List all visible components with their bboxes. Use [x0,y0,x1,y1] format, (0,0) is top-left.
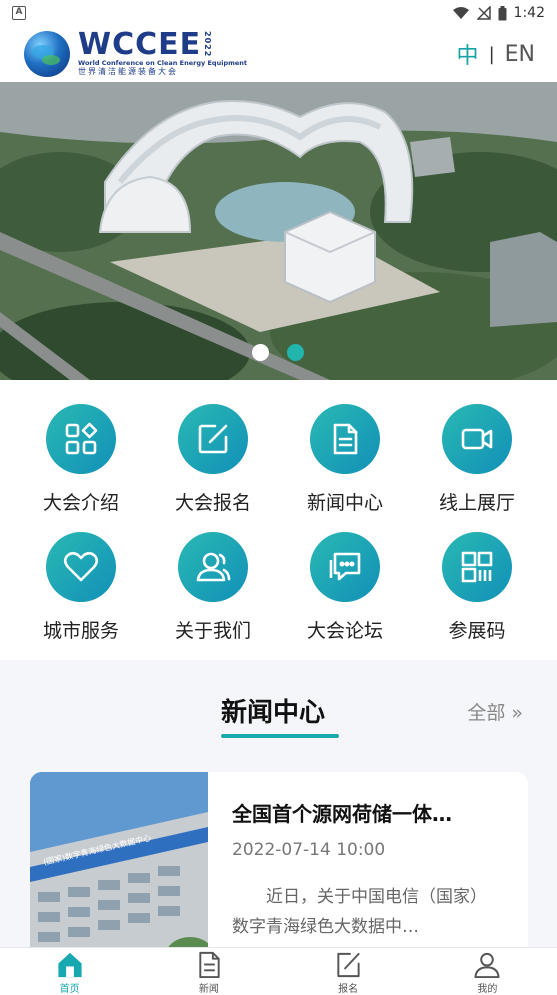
menu-item-forum[interactable]: 大会论坛 [279,532,411,643]
wccee-logo: WCCEE 2022 World Conference on Clean Ene… [24,27,248,77]
news-section-title: 新闻中心 [221,698,326,728]
edit-form-icon [198,424,228,454]
menu-item-conference-intro[interactable]: 大会介绍 [15,404,147,515]
bottom-nav: 首页 新闻 报名 我的 [0,947,557,995]
wifi-icon [452,7,469,19]
menu-label: 参展码 [448,620,506,642]
menu-item-city-service[interactable]: 城市服务 [15,532,147,643]
news-section: 新闻中心 全部 » (国家)数字青海绿色大数据中心 全国首个源网荷储一体… 20… [0,660,557,972]
grid-apps-icon [65,422,98,455]
menu-item-registration[interactable]: 大会报名 [147,404,279,515]
menu-label: 大会报名 [174,492,251,514]
banner-carousel[interactable] [0,82,557,380]
carousel-indicator [252,344,304,361]
carousel-dot-1[interactable] [252,344,269,361]
menu-item-about-us[interactable]: 关于我们 [147,532,279,643]
profile-icon [474,952,500,979]
globe-logo-icon [24,31,70,77]
nav-label: 报名 [338,984,359,995]
signal-icon [476,6,491,20]
document-icon [333,423,358,455]
menu-label: 大会论坛 [306,620,383,642]
news-card-summary: 近日，关于中国电信（国家）数字青海绿色大数据中… [232,887,487,937]
carousel-dot-2[interactable] [287,344,304,361]
qrcode-icon [461,551,493,583]
news-card-title: 全国首个源网荷储一体… [232,802,452,826]
news-card[interactable]: (国家)数字青海绿色大数据中心 全国首个源网荷储一体… 2022-07-14 1… [30,772,528,972]
nav-label: 新闻 [198,984,219,995]
language-switch: 中 | EN [457,38,535,70]
menu-item-news-center[interactable]: 新闻中心 [279,404,411,515]
heart-icon [63,551,99,582]
lang-english-button[interactable]: EN [505,42,535,67]
menu-label: 线上展厅 [438,492,515,514]
logo-year: 2022 [203,31,213,58]
news-thumbnail-image: (国家)数字青海绿色大数据中心 [30,772,208,972]
menu-item-exhibitor-code[interactable]: 参展码 [411,532,543,643]
menu-label: 关于我们 [174,620,251,642]
nav-label: 我的 [477,984,498,995]
battery-icon [498,5,507,20]
news-section-header: 新闻中心 全部 » [0,692,557,742]
logo-english-name: World Conference on Clean Energy Equipme… [78,59,248,67]
nav-profile[interactable]: 我的 [418,948,557,995]
notification-a-icon: A [12,6,26,20]
logo-wordmark: WCCEE [78,27,202,62]
home-icon [58,952,82,978]
news-view-all-link[interactable]: 全部 » [467,698,523,725]
news-icon [199,951,220,979]
nav-signup[interactable]: 报名 [279,948,418,995]
menu-item-online-hall[interactable]: 线上展厅 [411,404,543,515]
lang-chinese-button[interactable]: 中 [457,38,479,70]
news-thumbnail: (国家)数字青海绿色大数据中心 [30,772,208,972]
logo-chinese-name: 世界清洁能源装备大会 [78,67,178,76]
nav-home[interactable]: 首页 [0,948,139,995]
lang-separator: | [488,43,495,65]
users-icon [196,552,231,582]
menu-label: 城市服务 [42,620,119,642]
status-bar: A 1:42 [0,0,557,26]
news-title-underline [221,734,339,738]
app-header: WCCEE 2022 World Conference on Clean Ene… [0,26,557,82]
news-card-date: 2022-07-14 10:00 [232,840,386,860]
banner-image [0,82,557,380]
clock: 1:42 [513,5,545,21]
nav-label: 首页 [59,984,80,995]
video-camera-icon [461,428,493,450]
nav-news[interactable]: 新闻 [139,948,278,995]
chat-icon [329,552,361,581]
menu-label: 新闻中心 [306,492,383,514]
signup-icon [337,952,360,978]
quick-menu-grid: 大会介绍 大会报名 新闻中心 线上展厅 城市服务 关于我们 大会论坛 参展码 [0,380,557,660]
menu-label: 大会介绍 [42,492,119,514]
